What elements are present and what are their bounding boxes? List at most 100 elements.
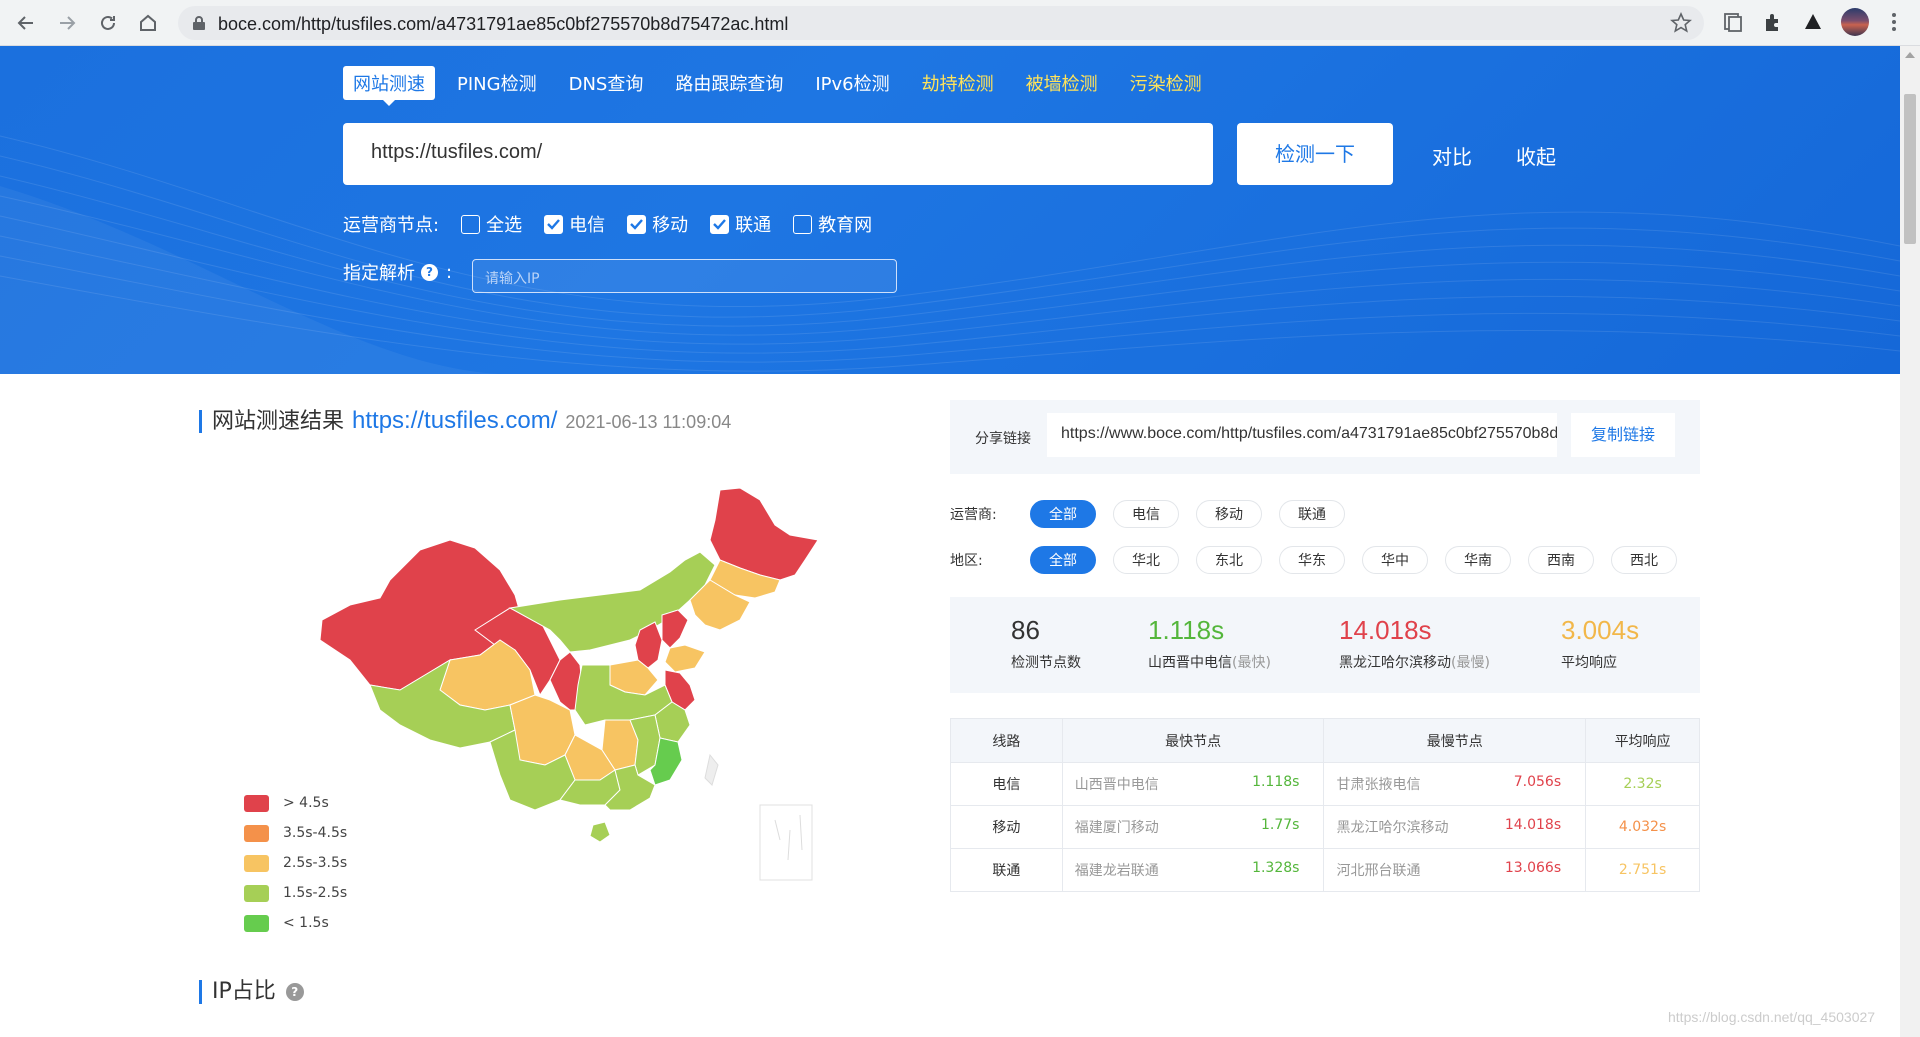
slow-node-cell: 甘肃张掖电信 7.056s xyxy=(1323,762,1587,806)
stat-node-count: 86 检测节点数 xyxy=(1011,615,1081,672)
tab-pollution[interactable]: 污染检测 xyxy=(1120,66,1212,100)
stat-fastest: 1.118s 山西晋中电信(最快) xyxy=(1148,615,1271,672)
legend-swatch xyxy=(244,884,269,902)
tab-ping[interactable]: PING检测 xyxy=(447,66,547,100)
operator-filter-unicom[interactable]: 联通 xyxy=(1279,500,1345,528)
slow-node-cell: 河北邢台联通 13.066s xyxy=(1323,848,1587,892)
page-scrollbar[interactable] xyxy=(1900,46,1920,1037)
slow-node-name: 黑龙江哈尔滨移动 xyxy=(1336,820,1449,836)
checkbox-box[interactable] xyxy=(544,214,564,234)
bookmark-star-icon[interactable] xyxy=(1670,12,1692,38)
resolve-colon: : xyxy=(446,261,453,283)
stat-value: 3.004s xyxy=(1561,615,1640,645)
checkbox-mobile[interactable]: 移动 xyxy=(627,211,688,237)
operator-filter-mobile[interactable]: 移动 xyxy=(1196,500,1262,528)
tab-traceroute[interactable]: 路由跟踪查询 xyxy=(665,66,793,100)
extension-triangle-icon[interactable] xyxy=(1802,11,1824,37)
map-region-shandong[interactable] xyxy=(664,644,706,673)
collapse-link[interactable]: 收起 xyxy=(1516,141,1556,170)
checkbox-box[interactable] xyxy=(461,214,481,234)
back-icon[interactable] xyxy=(14,11,38,35)
stat-label: 平均响应 xyxy=(1561,655,1617,671)
checkbox-education[interactable]: 教育网 xyxy=(793,211,872,237)
tab-hijack[interactable]: 劫持检测 xyxy=(912,66,1004,100)
browser-menu-icon[interactable] xyxy=(1891,10,1897,38)
checkbox-all[interactable]: 全选 xyxy=(461,211,522,237)
tab-website-speed[interactable]: 网站测速 xyxy=(343,66,435,106)
reload-icon[interactable] xyxy=(96,11,120,35)
ip-input[interactable]: 请输入IP xyxy=(472,259,897,293)
result-title: 网站测速结果 https://tusfiles.com/ 2021-06-13 … xyxy=(199,409,731,434)
help-question-icon[interactable]: ? xyxy=(285,983,304,1001)
region-filter-east[interactable]: 华东 xyxy=(1279,546,1345,574)
legend-item: 2.5s-3.5s xyxy=(244,848,347,878)
tab-blocked[interactable]: 被墙检测 xyxy=(1016,66,1108,100)
map-region-hebei[interactable] xyxy=(661,609,689,649)
checkbox-box[interactable] xyxy=(793,214,813,234)
operator-filter-telecom[interactable]: 电信 xyxy=(1113,500,1179,528)
region-filter-southwest[interactable]: 西南 xyxy=(1528,546,1594,574)
table-header: 最快节点 xyxy=(1061,718,1325,763)
map-region-taiwan[interactable] xyxy=(704,753,719,786)
extensions-puzzle-icon[interactable] xyxy=(1762,11,1784,37)
result-url[interactable]: https://tusfiles.com/ xyxy=(352,409,557,433)
tab-dns[interactable]: DNS查询 xyxy=(559,66,654,100)
checkbox-label: 全选 xyxy=(486,215,523,236)
checkbox-label: 教育网 xyxy=(818,215,873,236)
line-results-table: 线路 最快节点 最慢节点 平均响应 电信 山西晋中电信 1.118s 甘肃张掖电信… xyxy=(950,718,1700,892)
url-input[interactable]: https://tusfiles.com/ xyxy=(343,123,1213,185)
legend-swatch xyxy=(244,794,269,812)
slow-node-name: 甘肃张掖电信 xyxy=(1336,777,1421,793)
resolve-row: 指定解析 ? : xyxy=(343,259,452,285)
compare-link[interactable]: 对比 xyxy=(1432,141,1472,170)
checkbox-box[interactable] xyxy=(710,214,730,234)
region-filter-north[interactable]: 华北 xyxy=(1113,546,1179,574)
legend-item: 1.5s-2.5s xyxy=(244,878,347,908)
legend-item: > 4.5s xyxy=(244,788,347,818)
legend-item: < 1.5s xyxy=(244,908,347,938)
tab-search-icon[interactable] xyxy=(1722,11,1744,37)
table-row: 移动 福建厦门移动 1.77s 黑龙江哈尔滨移动 14.018s 4.032s xyxy=(950,805,1700,849)
scroll-up-arrow-icon[interactable] xyxy=(1905,52,1915,58)
search-banner: 网站测速 PING检测 DNS查询 路由跟踪查询 IPv6检测 劫持检测 被墙检… xyxy=(0,46,1900,374)
lock-icon[interactable] xyxy=(192,15,206,35)
region-filter-central[interactable]: 华中 xyxy=(1362,546,1428,574)
stat-node-name: 山西晋中电信 xyxy=(1148,655,1232,671)
fast-node-name: 福建厦门移动 xyxy=(1074,820,1159,836)
region-filter-all[interactable]: 全部 xyxy=(1030,546,1096,574)
help-question-icon[interactable]: ? xyxy=(421,263,438,281)
table-row: 联通 福建龙岩联通 1.328s 河北邢台联通 13.066s 2.751s xyxy=(950,848,1700,892)
checkbox-unicom[interactable]: 联通 xyxy=(710,211,771,237)
stat-label: 检测节点数 xyxy=(1011,655,1081,671)
region-filter-northwest[interactable]: 西北 xyxy=(1611,546,1677,574)
address-url[interactable]: boce.com/http/tusfiles.com/a4731791ae85c… xyxy=(218,14,788,35)
check-button[interactable]: 检测一下 xyxy=(1237,123,1393,185)
legend-label: 1.5s-2.5s xyxy=(283,885,348,901)
stat-value: 1.118s xyxy=(1148,615,1225,645)
checkbox-box[interactable] xyxy=(627,214,647,234)
slow-node-name: 河北邢台联通 xyxy=(1336,863,1421,879)
stat-tag: (最快) xyxy=(1232,655,1271,671)
region-filter: 地区: 全部 华北 东北 华东 华中 华南 西南 西北 xyxy=(950,546,1694,574)
checkbox-telecom[interactable]: 电信 xyxy=(544,211,605,237)
legend-item: 3.5s-4.5s xyxy=(244,818,347,848)
share-link-field[interactable]: https://www.boce.com/http/tusfiles.com/a… xyxy=(1047,413,1557,457)
map-region-hainan[interactable] xyxy=(589,821,611,843)
profile-avatar[interactable] xyxy=(1841,8,1869,36)
south-sea-islands xyxy=(774,814,803,861)
line-cell: 联通 xyxy=(950,848,1063,892)
stat-node-name: 黑龙江哈尔滨移动 xyxy=(1339,655,1451,671)
result-title-text: 网站测速结果 xyxy=(212,409,345,434)
browser-toolbar: boce.com/http/tusfiles.com/a4731791ae85c… xyxy=(0,0,1920,46)
tab-ipv6[interactable]: IPv6检测 xyxy=(805,66,899,100)
region-filter-northeast[interactable]: 东北 xyxy=(1196,546,1262,574)
region-filter-south[interactable]: 华南 xyxy=(1445,546,1511,574)
china-speed-map xyxy=(319,487,819,881)
forward-icon[interactable] xyxy=(55,11,79,35)
scrollbar-thumb[interactable] xyxy=(1904,94,1916,244)
operator-filter-all[interactable]: 全部 xyxy=(1030,500,1096,528)
copy-link-button[interactable]: 复制链接 xyxy=(1571,413,1675,457)
address-bar[interactable]: boce.com/http/tusfiles.com/a4731791ae85c… xyxy=(178,6,1704,40)
home-icon[interactable] xyxy=(136,11,160,35)
stat-average: 3.004s 平均响应 xyxy=(1561,615,1639,672)
